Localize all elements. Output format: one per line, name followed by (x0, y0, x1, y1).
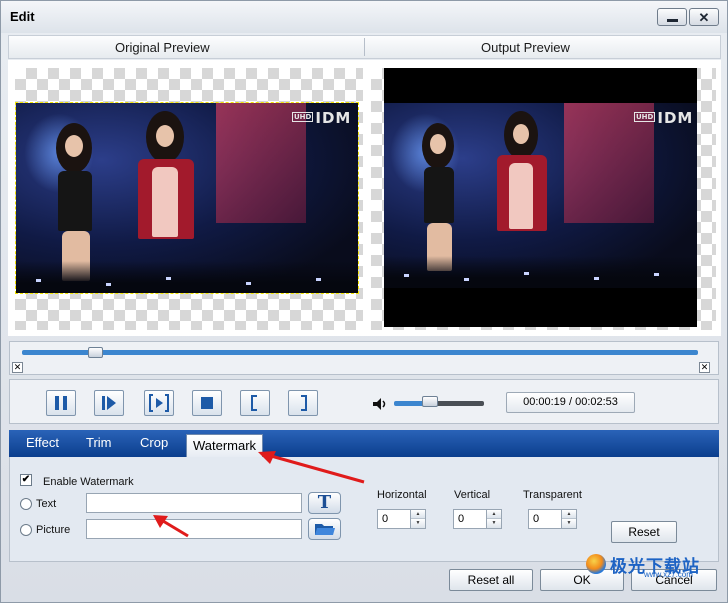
volume-icon[interactable] (372, 397, 390, 411)
time-display: 00:00:19 / 00:02:53 (506, 392, 635, 413)
enable-watermark-checkbox[interactable]: ✔ (20, 474, 32, 486)
horizontal-spinner[interactable]: 0 ▲ ▼ (377, 509, 426, 529)
vertical-increment[interactable]: ▲ (487, 510, 501, 519)
window-title: Edit (10, 9, 35, 24)
watermark-text-input[interactable] (86, 493, 302, 513)
tab-watermark[interactable]: Watermark (186, 434, 263, 457)
text-watermark-label: Text (36, 498, 57, 510)
vertical-decrement[interactable]: ▼ (487, 519, 501, 528)
transparent-decrement[interactable]: ▼ (562, 519, 576, 528)
playback-controls: 00:00:19 / 00:02:53 (9, 379, 719, 424)
edit-tabs: Effect Trim Crop Watermark (9, 430, 719, 457)
minimize-button[interactable] (657, 8, 687, 26)
set-start-button[interactable] (240, 390, 270, 416)
tab-crop[interactable]: Crop (140, 435, 168, 450)
timeline-track[interactable] (22, 350, 698, 355)
reset-all-button[interactable]: Reset all (449, 569, 533, 591)
stop-icon (201, 397, 213, 409)
horizontal-decrement[interactable]: ▼ (411, 519, 425, 528)
reset-button[interactable]: Reset (611, 521, 677, 543)
original-preview-label: Original Preview (115, 40, 210, 55)
step-forward-icon (102, 396, 116, 410)
folder-icon (314, 524, 335, 535)
right-bracket-icon (301, 395, 307, 411)
site-logo: 极光下载站 www.xz7.com (584, 552, 724, 579)
close-button[interactable]: ✕ (689, 8, 719, 26)
pause-button[interactable] (46, 390, 76, 416)
trim-end-marker[interactable]: ✕ (699, 362, 710, 373)
enable-watermark-label: Enable Watermark (43, 476, 134, 488)
horizontal-increment[interactable]: ▲ (411, 510, 425, 519)
timeline[interactable]: ✕ ✕ (9, 341, 719, 375)
timeline-playhead[interactable] (88, 347, 104, 358)
preview-header-divider (364, 38, 365, 56)
picture-watermark-radio[interactable] (20, 524, 32, 536)
vertical-label: Vertical (454, 489, 491, 501)
crop-selection-border[interactable] (15, 102, 359, 294)
close-icon: ✕ (698, 9, 710, 25)
play-selection-button[interactable] (144, 390, 174, 416)
text-format-icon: T (317, 492, 332, 513)
tab-trim[interactable]: Trim (86, 435, 112, 450)
preview-header: Original Preview Output Preview (8, 35, 721, 59)
stop-button[interactable] (192, 390, 222, 416)
site-logo-icon (586, 554, 606, 574)
set-end-button[interactable] (288, 390, 318, 416)
watermark-picture-input[interactable] (86, 519, 302, 539)
transparent-label: Transparent (523, 489, 582, 501)
output-preview-label: Output Preview (481, 40, 570, 55)
watermark-panel: ✔ Enable Watermark Text T Picture Horizo… (9, 457, 719, 562)
trim-start-marker[interactable]: ✕ (12, 362, 23, 373)
volume-slider[interactable] (394, 401, 484, 406)
text-watermark-radio[interactable] (20, 498, 32, 510)
horizontal-label: Horizontal (377, 489, 427, 501)
left-bracket-icon (251, 395, 257, 411)
play-bracket-icon (149, 394, 169, 412)
text-font-button[interactable]: T (308, 492, 341, 514)
minimize-icon (666, 18, 678, 22)
next-frame-button[interactable] (94, 390, 124, 416)
tab-effect[interactable]: Effect (26, 435, 59, 450)
browse-picture-button[interactable] (308, 518, 341, 540)
pause-icon (55, 396, 67, 410)
transparent-spinner[interactable]: 0 ▲ ▼ (528, 509, 577, 529)
transparent-increment[interactable]: ▲ (562, 510, 576, 519)
crowd (384, 256, 697, 288)
output-video-frame: UHD IDM (384, 103, 697, 288)
picture-watermark-label: Picture (36, 524, 71, 536)
volume-slider-handle[interactable] (422, 396, 438, 407)
video-logo: UHD IDM (634, 109, 694, 127)
title-bar: Edit ✕ (1, 1, 727, 33)
vertical-spinner[interactable]: 0 ▲ ▼ (453, 509, 502, 529)
